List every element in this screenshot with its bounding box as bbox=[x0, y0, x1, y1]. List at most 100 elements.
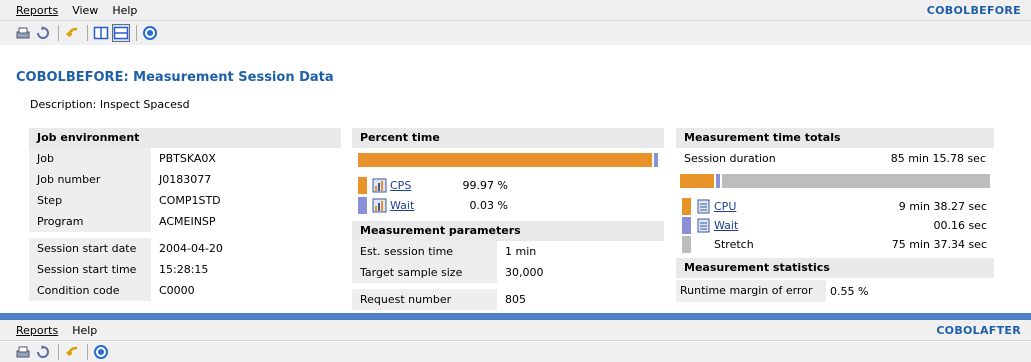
stretch-color-swatch bbox=[682, 236, 691, 253]
kv-value: 2004-04-20 bbox=[159, 241, 223, 255]
toolbar-separator bbox=[87, 25, 88, 41]
session-duration-row: Session duration 85 min 15.78 sec bbox=[676, 148, 994, 168]
kv-value: J0183077 bbox=[159, 172, 212, 186]
toolbar-separator bbox=[87, 344, 88, 360]
help-icon[interactable] bbox=[141, 24, 159, 42]
kv-key: Est. session time bbox=[352, 240, 497, 262]
window-divider[interactable] bbox=[0, 313, 1031, 320]
time-totals-title: Measurement time totals bbox=[676, 128, 994, 148]
kv-key: Target sample size bbox=[352, 261, 497, 283]
kv-value: PBTSKA0X bbox=[159, 151, 216, 165]
time-item-wait: Wait 00.16 sec bbox=[682, 216, 994, 235]
menu-help[interactable]: Help bbox=[112, 4, 137, 17]
stretch-bar-segment bbox=[722, 174, 990, 188]
session-duration-value: 85 min 15.78 sec bbox=[890, 151, 986, 165]
help-icon[interactable] bbox=[92, 343, 110, 361]
cpu-bar-segment bbox=[680, 174, 714, 188]
kv-value: 805 bbox=[505, 292, 526, 306]
kv-row: Session start date 2004-04-20 bbox=[29, 237, 341, 259]
kv-key: Session start time bbox=[29, 258, 151, 280]
top-toolbar bbox=[0, 21, 1031, 45]
session-description: Description: Inspect Spacesd bbox=[30, 98, 190, 111]
refresh-icon[interactable] bbox=[34, 343, 52, 361]
kv-key: Step bbox=[29, 189, 151, 211]
kv-value: C0000 bbox=[159, 283, 195, 297]
kv-row: Step COMP1STD bbox=[29, 189, 341, 211]
kv-row: Request number 805 bbox=[352, 288, 664, 310]
menu-reports[interactable]: Reports bbox=[16, 324, 58, 337]
chart-icon[interactable] bbox=[372, 198, 387, 213]
cps-link[interactable]: CPS bbox=[390, 179, 450, 192]
time-item-stretch: Stretch 75 min 37.34 sec bbox=[682, 235, 994, 254]
margin-of-error-value: 0.55 % bbox=[830, 284, 869, 298]
menu-view[interactable]: View bbox=[72, 4, 98, 17]
cps-percent: 99.97 % bbox=[462, 178, 508, 192]
top-menubar: Reports View Help COBOLBEFORE bbox=[0, 0, 1031, 21]
kv-value: 15:28:15 bbox=[159, 262, 209, 276]
menu-reports[interactable]: Reports bbox=[16, 4, 58, 17]
cpu-color-swatch bbox=[682, 198, 691, 215]
window-title: COBOLBEFORE bbox=[926, 3, 1021, 17]
cps-color-swatch bbox=[358, 176, 367, 194]
wait-color-swatch bbox=[682, 217, 691, 234]
kv-value: 30,000 bbox=[505, 265, 544, 279]
layout-rows-icon[interactable] bbox=[112, 24, 130, 42]
kv-value: COMP1STD bbox=[159, 193, 221, 207]
kv-row: Est. session time 1 min bbox=[352, 240, 664, 262]
wait-percent: 0.03 % bbox=[469, 198, 508, 212]
chart-icon[interactable] bbox=[372, 178, 387, 193]
wait-time: 00.16 sec bbox=[933, 219, 987, 232]
wait-bar-segment bbox=[654, 153, 658, 167]
margin-of-error-row: Runtime margin of error 0.55 % bbox=[676, 278, 994, 304]
percent-time-title: Percent time bbox=[352, 128, 664, 148]
window-title: COBOLAFTER bbox=[936, 323, 1021, 337]
toolbar-separator bbox=[136, 25, 137, 41]
back-arrow-icon[interactable] bbox=[63, 343, 81, 361]
kv-key: Session start date bbox=[29, 237, 151, 259]
bottom-menubar: Reports Help COBOLAFTER bbox=[0, 320, 1031, 341]
time-totals-bar bbox=[680, 174, 990, 188]
statistics-title: Measurement statistics bbox=[676, 258, 994, 278]
kv-row: Job PBTSKA0X bbox=[29, 147, 341, 169]
kv-row: Program ACMEINSP bbox=[29, 210, 341, 232]
wait-link[interactable]: Wait bbox=[714, 219, 874, 232]
back-arrow-icon[interactable] bbox=[63, 24, 81, 42]
kv-value: 1 min bbox=[505, 244, 537, 258]
percent-item-wait: Wait 0.03 % bbox=[358, 195, 664, 215]
measurement-parameters-title: Measurement parameters bbox=[352, 221, 664, 241]
cpu-time: 9 min 38.27 sec bbox=[898, 200, 987, 213]
job-environment-title: Job environment bbox=[29, 128, 341, 148]
table-icon[interactable] bbox=[696, 199, 711, 214]
cpu-link[interactable]: CPU bbox=[714, 200, 874, 213]
job-environment-panel: Job environment Job PBTSKA0X Job number J0… bbox=[29, 128, 341, 301]
time-item-cpu: CPU 9 min 38.27 sec bbox=[682, 197, 994, 216]
print-icon[interactable] bbox=[14, 24, 32, 42]
kv-row: Session start time 15:28:15 bbox=[29, 258, 341, 280]
kv-row: Condition code C0000 bbox=[29, 279, 341, 301]
percent-time-bar bbox=[358, 153, 658, 167]
table-icon[interactable] bbox=[696, 218, 711, 233]
print-icon[interactable] bbox=[14, 343, 32, 361]
menu-help[interactable]: Help bbox=[72, 324, 97, 337]
percent-time-panel: Percent time CPS 99.97 % Wait 0.03 % Mea… bbox=[352, 128, 664, 310]
toolbar-separator bbox=[58, 344, 59, 360]
stretch-time: 75 min 37.34 sec bbox=[891, 238, 987, 251]
session-duration-label: Session duration bbox=[684, 151, 776, 165]
layout-columns-icon[interactable] bbox=[92, 24, 110, 42]
percent-item-cps: CPS 99.97 % bbox=[358, 175, 664, 195]
toolbar-separator bbox=[58, 25, 59, 41]
cps-bar-segment bbox=[358, 153, 652, 167]
bottom-toolbar bbox=[0, 342, 1031, 362]
kv-row: Job number J0183077 bbox=[29, 168, 341, 190]
margin-of-error-label: Runtime margin of error bbox=[676, 280, 826, 302]
kv-key: Request number bbox=[352, 288, 497, 310]
refresh-icon[interactable] bbox=[34, 24, 52, 42]
page-title: COBOLBEFORE: Measurement Session Data bbox=[16, 70, 334, 85]
kv-key: Program bbox=[29, 210, 151, 232]
kv-key: Job bbox=[29, 147, 151, 169]
kv-key: Job number bbox=[29, 168, 151, 190]
kv-key: Condition code bbox=[29, 279, 151, 301]
kv-row: Target sample size 30,000 bbox=[352, 261, 664, 283]
wait-link[interactable]: Wait bbox=[390, 199, 450, 212]
time-totals-panel: Measurement time totals Session duration… bbox=[676, 128, 994, 304]
